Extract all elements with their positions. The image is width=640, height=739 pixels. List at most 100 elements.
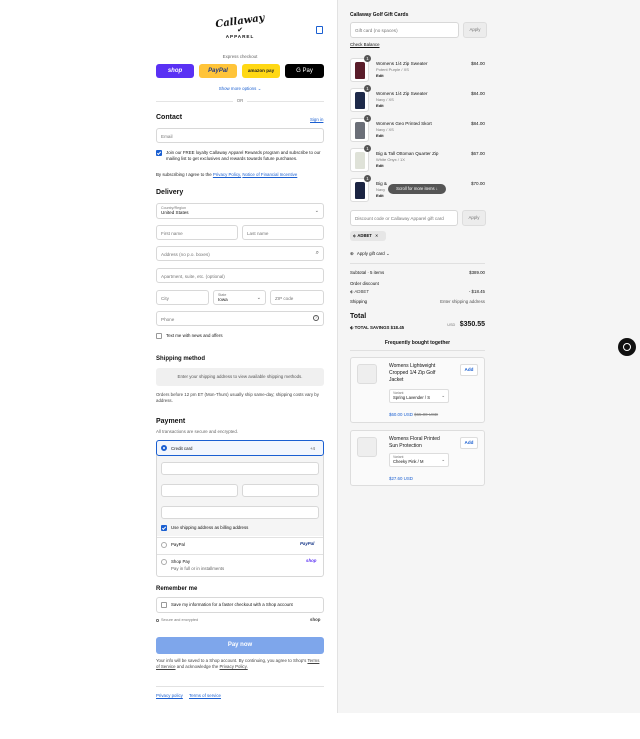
fbt-price-value: $27.60 USD (389, 476, 413, 481)
gift-card-field[interactable]: Gift card (no spaces) (350, 22, 459, 38)
product-price: $84.00 (470, 121, 485, 126)
shop-pay-label[interactable]: Shop Pay (171, 559, 190, 565)
fbt-add-button[interactable]: Add (460, 364, 478, 376)
fbt-variant-select[interactable]: Variant Cheeky Pink / M ⌄ (389, 453, 449, 467)
checkout-main: Callaway ✔ APPAREL Express checkout shop… (0, 0, 337, 713)
amazon-pay-express-button[interactable]: amazon pay (242, 64, 280, 78)
payment-subtitle: All transactions are secure and encrypte… (156, 429, 239, 434)
help-circle-icon[interactable]: ? (313, 315, 319, 321)
fbt-card: Womens Floral Printed Sun Protection Add… (350, 430, 485, 486)
edit-item-link[interactable]: Edit (376, 193, 384, 198)
chevron-down-icon: ⌄ (385, 251, 390, 256)
first-name-field[interactable]: First name (156, 225, 238, 240)
country-select[interactable]: Country/Region United States ⌄ (156, 203, 324, 219)
fbt-thumbnail[interactable] (357, 364, 377, 384)
tag-icon: ⬖ (353, 233, 357, 238)
apply-gift-card-toggle[interactable]: ⊕ Apply gift card ⌄ (350, 251, 390, 257)
total-value: USD $350.55 (418, 313, 485, 331)
fbt-product-name[interactable]: Womens Floral Printed Sun Protection (389, 436, 447, 450)
last-name-field[interactable]: Last name (242, 225, 324, 240)
fbt-thumbnail[interactable] (357, 437, 377, 457)
fbt-product-name[interactable]: Womens Lightweight Cropped 1/4 Zip Golf … (389, 363, 447, 383)
address-field[interactable]: Address (no p.o. boxes) ⌕ (156, 246, 324, 261)
email-field[interactable]: Email (156, 128, 324, 143)
discount-apply-button[interactable]: Apply (462, 210, 486, 226)
cart-bag-icon[interactable] (316, 26, 323, 34)
check-balance-link[interactable]: Check Balance (350, 42, 380, 48)
search-icon: ⌕ (315, 250, 319, 256)
product-name: Womens 1/4 Zip Sweater (376, 91, 428, 96)
paypal-label[interactable]: PayPal (171, 542, 185, 548)
card-cvv-field[interactable] (242, 484, 319, 497)
brand-logo[interactable]: Callaway ✔ APPAREL (213, 13, 267, 46)
text-me-label: Text me with news and offers (166, 333, 223, 338)
text-me-checkbox[interactable] (156, 333, 162, 339)
loyalty-checkbox[interactable] (156, 150, 162, 156)
quantity-badge: 1 (364, 115, 371, 122)
address-placeholder: Address (no p.o. boxes) (161, 252, 210, 257)
sign-in-link[interactable]: Sign in (310, 117, 323, 123)
credit-card-option[interactable]: Credit card +4 (156, 440, 324, 456)
fbt-variant-select[interactable]: Variant Spring Lavender / S ⌄ (389, 389, 449, 403)
shipping-value: Enter shipping address (440, 299, 485, 304)
product-name: Womens Geo Printed Skort (376, 121, 432, 126)
pay-now-button[interactable]: Pay now (156, 637, 324, 654)
privacy-policy-link[interactable]: Privacy Policy, (213, 172, 241, 177)
state-select[interactable]: State Iowa ⌄ (213, 290, 266, 305)
order-summary: Callaway Golf Gift Cards Gift card (no s… (337, 0, 640, 713)
remember-me-checkbox[interactable] (161, 602, 167, 608)
shop-privacy-link[interactable]: Privacy Policy. (220, 664, 248, 669)
quantity-badge: 1 (364, 175, 371, 182)
paypal-logo: PayPal (300, 541, 315, 546)
edit-item-link[interactable]: Edit (376, 133, 384, 138)
scroll-tip[interactable]: Scroll for more items ↓ (388, 184, 446, 194)
scroll-tip-label: Scroll for more items (396, 186, 435, 191)
remember-me-heading: Remember me (156, 586, 198, 592)
edit-item-link[interactable]: Edit (376, 163, 384, 168)
show-more-options-link[interactable]: Show more options ⌄ (156, 86, 324, 92)
gift-card-apply-button[interactable]: Apply (463, 22, 487, 38)
total-amount: $350.55 (459, 321, 485, 328)
discount-code: ADBET (357, 233, 372, 238)
quantity-badge: 1 (364, 85, 371, 92)
paypal-radio[interactable] (161, 542, 167, 548)
shop-pay-express-button[interactable]: shop (156, 64, 194, 78)
discount-field[interactable]: Discount code or Callaway Apparel gift c… (350, 210, 458, 226)
card-number-field[interactable] (161, 462, 319, 475)
edit-item-link[interactable]: Edit (376, 73, 384, 78)
quantity-badge: 1 (364, 145, 371, 152)
remove-code-icon[interactable]: ✕ (375, 233, 379, 238)
card-name-field[interactable] (161, 506, 319, 519)
credit-card-radio[interactable] (161, 445, 167, 451)
card-brands-more: +4 (309, 446, 315, 451)
or-label: OR (233, 98, 247, 104)
footer-terms-link[interactable]: Terms of service (189, 693, 221, 699)
total-savings: ⬖ TOTAL SAVINGS $18.45 (350, 325, 404, 331)
city-field[interactable]: City (156, 290, 209, 305)
product-variant: Navy / XS (376, 97, 394, 102)
financial-incentive-link[interactable]: Notice of Financial Incentive (242, 172, 297, 177)
loyalty-text: Join our FREE loyalty Callaway Apparel R… (166, 150, 321, 161)
apartment-field[interactable]: Apartment, suite, etc. (optional) (156, 268, 324, 283)
zip-field[interactable]: ZIP code (270, 290, 324, 305)
chat-widget-button[interactable] (618, 338, 636, 356)
footer-privacy-link[interactable]: Privacy policy (156, 693, 183, 699)
terms-and: and acknowledge the (176, 663, 219, 669)
shipping-method-heading: Shipping method (156, 356, 205, 362)
shop-pay-radio[interactable] (161, 559, 167, 565)
edit-item-link[interactable]: Edit (376, 103, 384, 108)
google-pay-express-button[interactable]: G Pay (285, 64, 324, 78)
summary-code: ⬖ ADBET (350, 289, 369, 295)
shipping-method-placeholder: Enter your shipping address to view avai… (156, 368, 324, 386)
paypal-express-button[interactable]: PayPal (199, 64, 237, 78)
line-item: 1 Womens Geo Printed Skort Navy / XS Edi… (350, 115, 485, 144)
order-discount-label: Order discount (350, 281, 379, 286)
card-expiry-field[interactable] (161, 484, 238, 497)
agree-prefix: By subscribing I agree to the (156, 172, 212, 177)
shop-pay-subtitle: Pay in full or in installments (171, 566, 225, 571)
phone-field[interactable]: Phone ? (156, 311, 324, 326)
billing-same-checkbox[interactable] (161, 525, 167, 531)
summary-code-label: ADBET (354, 289, 370, 294)
phone-placeholder: Phone (161, 317, 175, 322)
fbt-add-button[interactable]: Add (460, 437, 478, 449)
